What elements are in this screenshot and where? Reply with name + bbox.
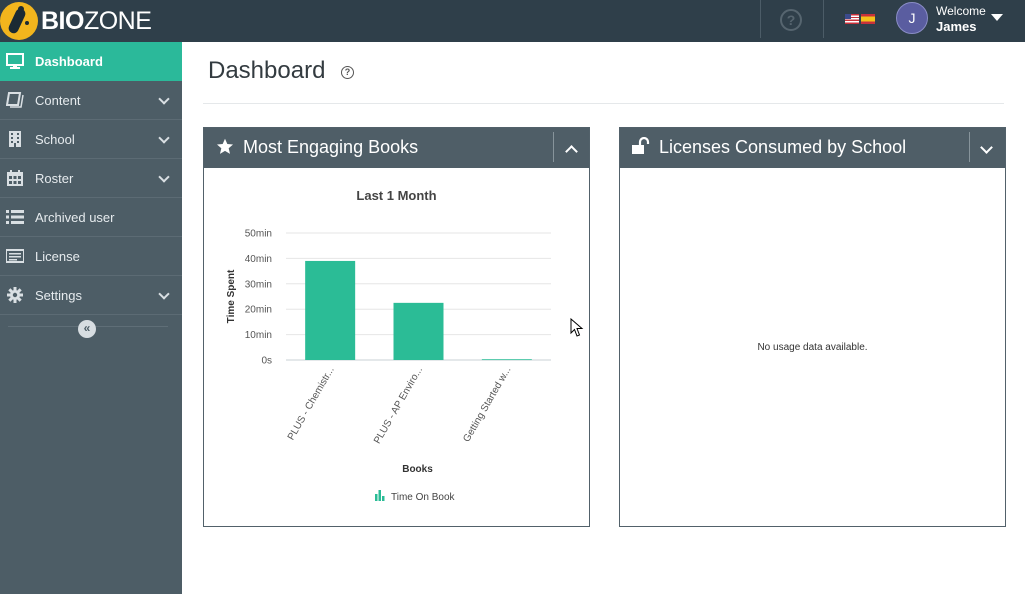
biozone-logo-icon: [0, 2, 38, 40]
building-icon: [9, 131, 21, 147]
sidebar: Dashboard Content School Roster Archived…: [0, 42, 182, 594]
y-axis-title: Time Spent: [226, 269, 237, 323]
page-title: Dashboard: [208, 57, 326, 84]
welcome-label: Welcome: [936, 4, 986, 18]
brand-name: BIOZONE: [41, 7, 152, 35]
panel-header-divider: [969, 132, 970, 162]
x-tick-label: PLUS - Chemistr...: [286, 365, 337, 442]
user-avatar[interactable]: J: [896, 2, 928, 34]
panel-header: Most Engaging Books: [204, 128, 589, 168]
y-tick-label: 20min: [245, 305, 272, 316]
chart-title: Last 1 Month: [356, 188, 437, 203]
x-tick-label: PLUS - AP Enviro...: [372, 365, 425, 446]
y-tick-label: 0s: [261, 356, 272, 367]
user-menu-caret-icon[interactable]: [991, 14, 1003, 21]
y-tick-label: 50min: [245, 229, 272, 240]
help-icon[interactable]: ?: [780, 9, 802, 31]
mouse-cursor-icon: [570, 318, 584, 337]
sidebar-item-content[interactable]: Content: [0, 81, 182, 120]
book-icon: [6, 92, 24, 108]
star-icon: [216, 138, 234, 154]
sidebar-item-label: School: [35, 131, 75, 147]
unlock-icon: [632, 137, 650, 154]
monitor-icon: [6, 53, 24, 69]
panel-header: Licenses Consumed by School: [620, 128, 1005, 168]
x-axis-title: Books: [402, 464, 433, 475]
sidebar-item-label: License: [35, 248, 80, 264]
sidebar-item-label: Roster: [35, 170, 74, 186]
chevron-down-icon[interactable]: [158, 132, 170, 144]
panel-title: Licenses Consumed by School: [659, 137, 907, 157]
sidebar-item-settings[interactable]: Settings: [0, 276, 182, 315]
chevron-down-icon[interactable]: [158, 93, 170, 105]
user-name: James: [936, 19, 977, 34]
sidebar-item-label: Dashboard: [35, 54, 103, 69]
chevron-down-icon[interactable]: [158, 288, 170, 300]
sidebar-item-label: Settings: [35, 287, 82, 303]
bar: [393, 302, 444, 360]
bar-chart: 0s 10min 20min 30min 40min 50min Time Spent PLU…: [226, 229, 551, 503]
most-engaging-books-panel: Most Engaging Books Last 1 Month 0s 10min…: [203, 127, 590, 527]
license-card-icon: [6, 249, 24, 263]
y-tick-label: 10min: [245, 330, 272, 341]
chevron-down-icon[interactable]: [158, 171, 170, 183]
sidebar-item-label: Archived user: [35, 209, 115, 225]
collapse-sidebar-button[interactable]: «: [78, 320, 96, 338]
legend-swatch: [375, 494, 378, 501]
legend-swatch: [378, 490, 381, 501]
gear-icon: [7, 287, 23, 303]
expand-panel-icon[interactable]: [980, 141, 993, 154]
legend-swatch: [382, 496, 385, 501]
bar: [481, 359, 532, 361]
page-help-icon[interactable]: ?: [341, 66, 354, 79]
sidebar-item-roster[interactable]: Roster: [0, 159, 182, 198]
y-tick-label: 30min: [245, 279, 272, 290]
title-divider: [203, 103, 1004, 104]
empty-state-message: No usage data available.: [757, 342, 868, 353]
panel-title: Most Engaging Books: [243, 137, 419, 157]
topbar-divider: [760, 0, 761, 38]
y-tick-label: 40min: [245, 254, 272, 265]
us-flag-icon[interactable]: [845, 14, 859, 24]
collapse-panel-icon[interactable]: [565, 145, 578, 158]
sidebar-item-label: Content: [35, 92, 81, 108]
licenses-consumed-panel: Licenses Consumed by School No usage dat…: [619, 127, 1006, 527]
list-icon: [6, 210, 24, 224]
top-bar: BIOZONE ? J Welcome James: [0, 0, 1025, 42]
user-menu[interactable]: Welcome James: [936, 4, 986, 34]
biozone-logo[interactable]: BIOZONE: [0, 2, 152, 40]
x-tick-label: Getting Started w...: [461, 365, 513, 444]
topbar-divider: [823, 0, 824, 38]
bar: [305, 260, 356, 360]
sidebar-item-archived-user[interactable]: Archived user: [0, 198, 182, 237]
legend-label: Time On Book: [391, 492, 456, 503]
sidebar-item-license[interactable]: License: [0, 237, 182, 276]
sidebar-item-school[interactable]: School: [0, 120, 182, 159]
panel-header-divider: [553, 132, 554, 162]
sidebar-item-dashboard[interactable]: Dashboard: [0, 42, 182, 81]
calendar-icon: [7, 170, 23, 186]
spain-flag-icon[interactable]: [861, 14, 875, 24]
language-selector[interactable]: [845, 14, 875, 24]
